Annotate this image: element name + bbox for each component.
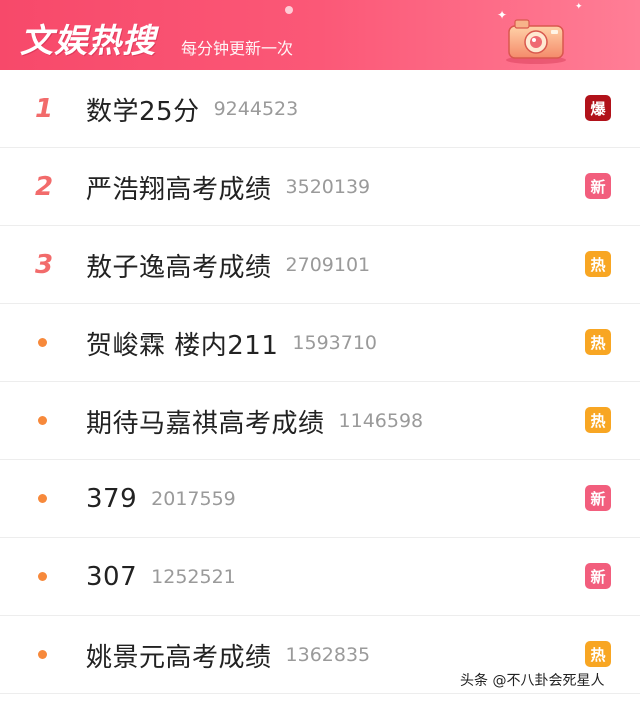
badge-re: 热: [585, 641, 611, 667]
topic: 严浩翔高考成绩 3520139: [86, 148, 370, 226]
rank-dot-icon: [38, 338, 47, 347]
topic: 307 1252521: [86, 538, 236, 616]
topic-title[interactable]: 贺峻霖 楼内211: [86, 325, 278, 362]
header-subtitle: 每分钟更新一次: [181, 39, 294, 58]
topic-title[interactable]: 数学25分: [86, 91, 200, 128]
list-item[interactable]: 379 2017559 新: [0, 460, 640, 538]
badge-xin: 新: [585, 563, 611, 589]
hot-search-list: 1 数学25分 9244523 爆 2 严浩翔高考成绩 3520139 新 3 …: [0, 70, 640, 694]
hot-search-header: 文娱热搜 每分钟更新一次 ✦ ✦: [0, 0, 640, 70]
topic-title[interactable]: 姚景元高考成绩: [86, 637, 272, 674]
topic-heat-count: 1593710: [292, 332, 378, 354]
badge-re: 热: [585, 329, 611, 355]
topic-heat-count: 3520139: [285, 176, 371, 198]
topic: 期待马嘉祺高考成绩 1146598: [86, 382, 423, 460]
list-item[interactable]: 1 数学25分 9244523 爆: [0, 70, 640, 148]
topic-heat-count: 1252521: [151, 566, 236, 588]
topic-heat-count: 9244523: [213, 98, 299, 120]
rank-dot-icon: [38, 416, 47, 425]
topic-title[interactable]: 307: [86, 562, 137, 592]
hot-search-page: 文娱热搜 每分钟更新一次 ✦ ✦ 1 数学25分 9244523 爆 2 严浩翔…: [0, 0, 640, 702]
topic: 数学25分 9244523: [86, 70, 298, 148]
list-item[interactable]: 贺峻霖 楼内211 1593710 热: [0, 304, 640, 382]
topic-title[interactable]: 379: [86, 484, 137, 514]
badge-bao: 爆: [585, 95, 611, 121]
rank-number: 2: [34, 172, 54, 202]
header-title: 文娱热搜: [20, 21, 156, 60]
badge-re: 热: [585, 251, 611, 277]
topic-title[interactable]: 期待马嘉祺高考成绩: [86, 403, 325, 440]
badge-re: 热: [585, 407, 611, 433]
topic-title[interactable]: 敖子逸高考成绩: [86, 247, 272, 284]
topic: 姚景元高考成绩 1362835: [86, 616, 370, 694]
topic: 敖子逸高考成绩 2709101: [86, 226, 370, 304]
watermark: 头条 @不八卦会死星人: [457, 669, 608, 691]
topic-title[interactable]: 严浩翔高考成绩: [86, 169, 272, 206]
list-item[interactable]: 2 严浩翔高考成绩 3520139 新: [0, 148, 640, 226]
topic-heat-count: 1146598: [338, 410, 424, 432]
list-item[interactable]: 3 敖子逸高考成绩 2709101 热: [0, 226, 640, 304]
topic-heat-count: 1362835: [285, 644, 371, 666]
badge-xin: 新: [585, 485, 611, 511]
rank-dot-icon: [38, 572, 47, 581]
rank-number: 3: [34, 250, 54, 280]
decorative-dot: [285, 6, 293, 14]
topic: 贺峻霖 楼内211 1593710: [86, 304, 377, 382]
rank-number: 1: [34, 94, 54, 124]
rank-dot-icon: [38, 494, 47, 503]
list-item[interactable]: 307 1252521 新: [0, 538, 640, 616]
topic-heat-count: 2017559: [151, 488, 236, 510]
sparkle-icon: ✦: [575, 2, 583, 12]
list-item[interactable]: 期待马嘉祺高考成绩 1146598 热: [0, 382, 640, 460]
badge-xin: 新: [585, 173, 611, 199]
topic-heat-count: 2709101: [285, 254, 371, 276]
topic: 379 2017559: [86, 460, 236, 538]
camera-icon: [506, 19, 566, 64]
rank-dot-icon: [38, 650, 47, 659]
